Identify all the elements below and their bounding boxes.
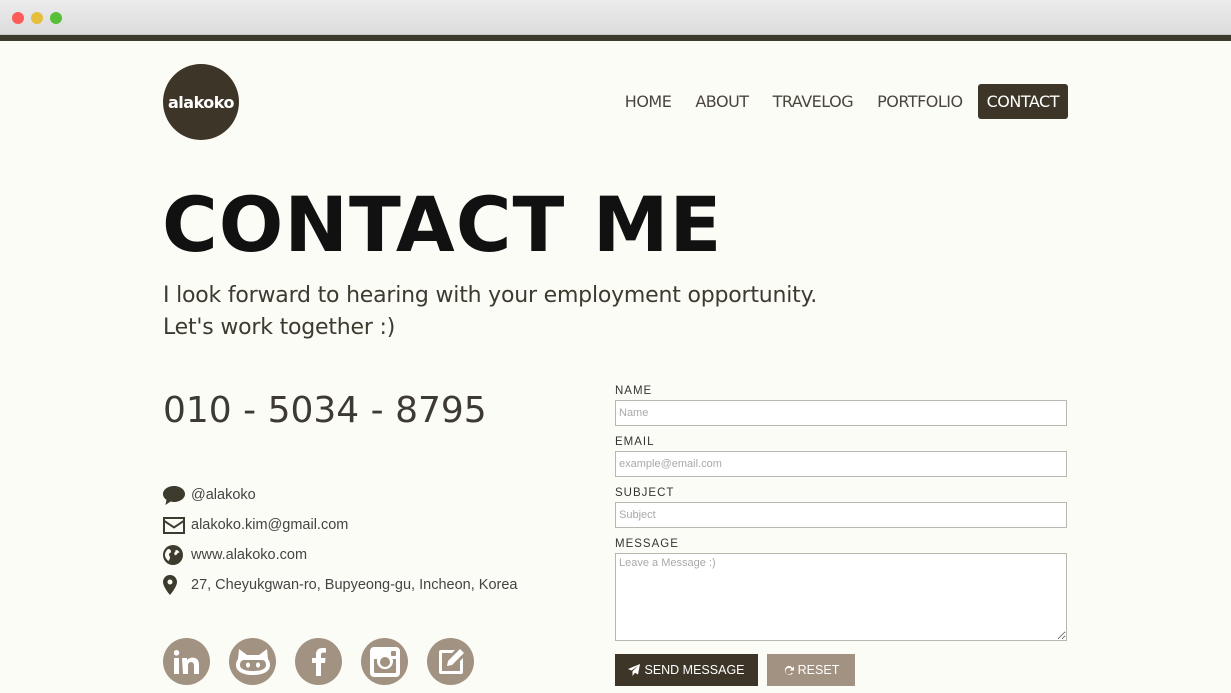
- nav-portfolio[interactable]: PORTFOLIO: [868, 84, 972, 119]
- send-message-button[interactable]: SEND MESSAGE: [615, 654, 758, 686]
- website-link[interactable]: www.alakoko.com: [191, 547, 307, 563]
- chat-handle: @alakoko: [191, 487, 256, 503]
- send-label: SEND MESSAGE: [644, 663, 745, 677]
- site-logo[interactable]: alakoko: [163, 64, 239, 140]
- map-pin-icon: [163, 574, 191, 596]
- email-address[interactable]: alakoko.kim@gmail.com: [191, 517, 348, 533]
- facebook-icon[interactable]: [295, 638, 342, 685]
- contact-website: www.alakoko.com: [163, 540, 517, 570]
- nav-contact[interactable]: CONTACT: [977, 84, 1068, 119]
- message-label: MESSAGE: [615, 538, 679, 550]
- subtitle-line-2: Let's work together :): [163, 315, 396, 340]
- browser-chrome: [0, 0, 1231, 35]
- envelope-icon: [163, 514, 191, 536]
- contact-form: NAME EMAIL SUBJECT MESSAGE: [615, 382, 1067, 641]
- subject-field[interactable]: [615, 502, 1067, 528]
- name-field[interactable]: [615, 400, 1067, 426]
- maximize-window-button[interactable]: [50, 12, 62, 24]
- refresh-icon: [784, 665, 794, 675]
- minimize-window-button[interactable]: [31, 12, 43, 24]
- reset-button[interactable]: RESET: [767, 654, 855, 686]
- reset-label: RESET: [797, 663, 840, 677]
- contact-address: 27, Cheyukgwan-ro, Bupyeong-gu, Incheon,…: [163, 570, 517, 600]
- top-accent-bar: [0, 35, 1231, 41]
- logo-text: alakoko: [168, 92, 234, 112]
- form-actions: SEND MESSAGE RESET: [615, 654, 855, 686]
- nav-home[interactable]: HOME: [616, 84, 681, 119]
- message-field[interactable]: [615, 553, 1067, 641]
- blog-edit-icon[interactable]: [427, 638, 474, 685]
- subject-label: SUBJECT: [615, 487, 675, 499]
- contact-info-list: @alakoko alakoko.kim@gmail.com www.alako…: [163, 480, 517, 600]
- instagram-icon[interactable]: [361, 638, 408, 685]
- paper-plane-icon: [628, 664, 641, 676]
- github-icon[interactable]: [229, 638, 276, 685]
- email-field[interactable]: [615, 451, 1067, 477]
- social-links: [163, 638, 493, 685]
- nav-about[interactable]: ABOUT: [686, 84, 757, 119]
- nav-travelog[interactable]: TRAVELOG: [764, 84, 863, 119]
- page-title: CONTACT ME: [162, 180, 723, 269]
- chat-bubble-icon: [163, 484, 191, 506]
- close-window-button[interactable]: [12, 12, 24, 24]
- main-nav: HOME ABOUT TRAVELOG PORTFOLIO CONTACT: [610, 84, 1068, 119]
- phone-number: 010 - 5034 - 8795: [163, 390, 487, 431]
- linkedin-icon[interactable]: [163, 638, 210, 685]
- email-label: EMAIL: [615, 436, 655, 448]
- subtitle-line-1: I look forward to hearing with your empl…: [163, 283, 818, 308]
- name-label: NAME: [615, 385, 653, 397]
- page-subtitle: I look forward to hearing with your empl…: [163, 280, 817, 344]
- contact-email: alakoko.kim@gmail.com: [163, 510, 517, 540]
- contact-chat: @alakoko: [163, 480, 517, 510]
- globe-icon: [163, 544, 191, 566]
- street-address: 27, Cheyukgwan-ro, Bupyeong-gu, Incheon,…: [191, 577, 518, 593]
